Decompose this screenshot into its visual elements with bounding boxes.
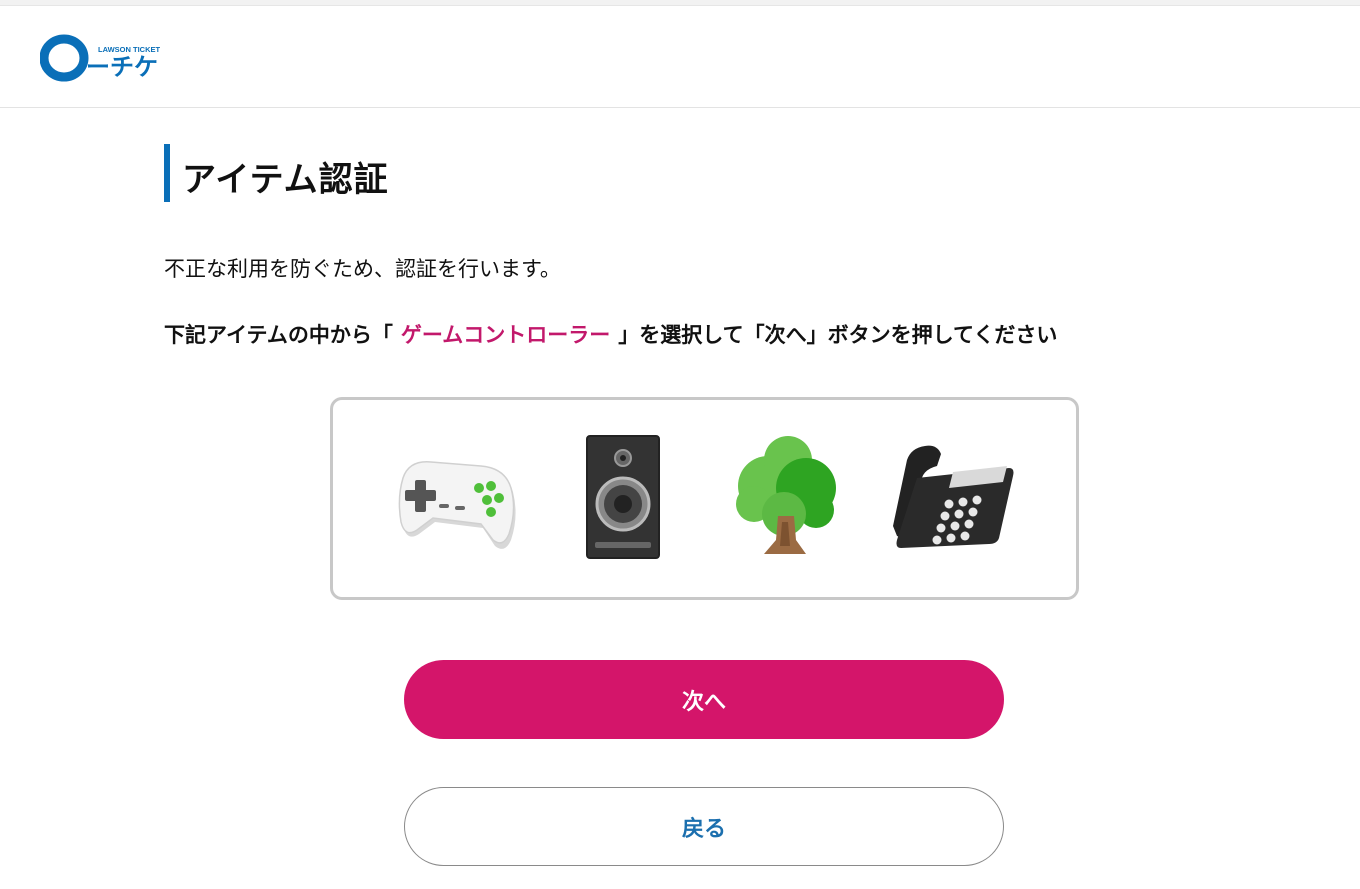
item-tree[interactable] xyxy=(718,430,854,566)
item-speaker[interactable] xyxy=(555,430,691,566)
back-button[interactable]: 戻る xyxy=(404,787,1004,866)
lawson-ticket-logo[interactable]: LAWSON TICKET ーチケ xyxy=(40,32,164,86)
instruction-before: 下記アイテムの中から「 xyxy=(164,323,393,347)
item-game-controller[interactable] xyxy=(391,430,527,566)
tree-icon xyxy=(736,436,836,554)
title-accent-bar xyxy=(164,144,170,202)
game-controller-icon xyxy=(398,461,516,549)
item-selection-box xyxy=(330,397,1079,600)
intro-text: 不正な利用を防ぐため、認証を行います。 xyxy=(164,257,561,281)
instruction-text: 下記アイテムの中から「 ゲームコントローラー 」を選択して「次へ」ボタンを押してくだ… xyxy=(164,319,1057,349)
speaker-icon xyxy=(586,435,660,559)
telephone-icon xyxy=(893,445,1014,548)
instruction-target-item: ゲームコントローラー xyxy=(400,323,611,347)
next-button[interactable]: 次へ xyxy=(404,660,1004,739)
instruction-after: 」を選択して「次へ」ボタンを押してください xyxy=(618,323,1058,347)
item-telephone[interactable] xyxy=(881,430,1017,566)
page-title: アイテム認証 xyxy=(182,160,389,200)
site-header: LAWSON TICKET ーチケ xyxy=(0,6,1360,108)
logo-text: ーチケ xyxy=(86,53,158,81)
